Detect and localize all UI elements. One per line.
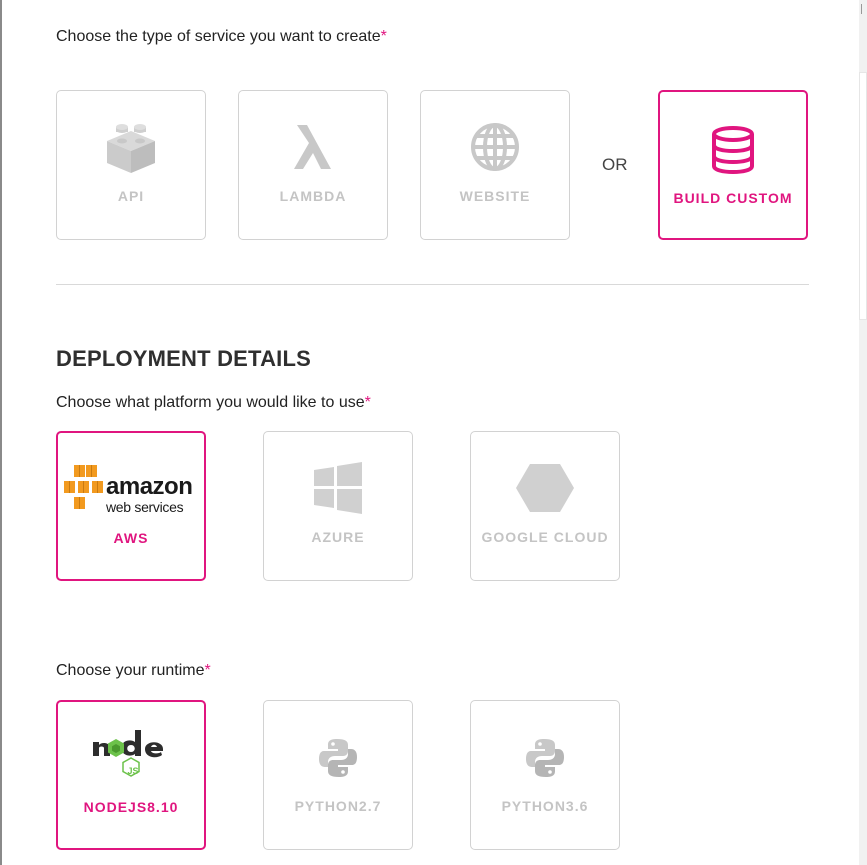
service-option-lambda-label: LAMBDA bbox=[279, 188, 347, 204]
runtime-option-nodejs-label: NODEJS8.10 bbox=[83, 799, 179, 815]
runtime-option-python36-label: PYTHON3.6 bbox=[501, 798, 589, 814]
aws-logo-subtext: web services bbox=[106, 499, 184, 515]
aws-logo-icon: amazon web services bbox=[64, 463, 202, 515]
required-asterisk: * bbox=[364, 394, 371, 411]
service-option-website-label: WEBSITE bbox=[459, 188, 531, 204]
scrollbar-track[interactable] bbox=[859, 0, 867, 865]
service-option-build-custom[interactable]: BUILD CUSTOM bbox=[658, 90, 808, 240]
python-icon bbox=[471, 737, 619, 779]
runtime-label: Choose your runtime* bbox=[56, 662, 211, 680]
scrollbar-thumb[interactable] bbox=[859, 72, 867, 320]
windows-icon bbox=[264, 462, 412, 514]
service-option-lambda[interactable]: LAMBDA bbox=[238, 90, 388, 240]
platform-option-aws-label: AWS bbox=[113, 530, 149, 546]
database-icon bbox=[660, 126, 806, 174]
platform-label-text: Choose what platform you would like to u… bbox=[56, 394, 365, 411]
nodejs-js-badge: JS bbox=[127, 766, 139, 776]
lego-block-icon bbox=[57, 121, 205, 173]
aws-logo-wordmark: amazon bbox=[106, 473, 193, 500]
runtime-option-python36[interactable]: PYTHON3.6 bbox=[470, 700, 620, 850]
globe-icon bbox=[421, 121, 569, 173]
hexagon-icon bbox=[471, 462, 619, 514]
service-option-api-label: API bbox=[117, 188, 145, 204]
service-type-label: Choose the type of service you want to c… bbox=[56, 28, 387, 46]
platform-option-google-cloud-label: GOOGLE CLOUD bbox=[481, 529, 609, 545]
section-divider bbox=[56, 284, 809, 285]
window-left-edge bbox=[0, 0, 2, 865]
platform-label: Choose what platform you would like to u… bbox=[56, 394, 371, 412]
runtime-option-python27[interactable]: PYTHON2.7 bbox=[263, 700, 413, 850]
service-option-build-custom-label: BUILD CUSTOM bbox=[673, 190, 793, 206]
platform-option-azure[interactable]: AZURE bbox=[263, 431, 413, 581]
lambda-icon bbox=[239, 121, 387, 173]
or-separator: OR bbox=[602, 155, 628, 174]
service-option-api[interactable]: API bbox=[56, 90, 206, 240]
platform-option-google-cloud[interactable]: GOOGLE CLOUD bbox=[470, 431, 620, 581]
platform-option-aws[interactable]: amazon web services AWS bbox=[56, 431, 206, 581]
platform-option-azure-label: AZURE bbox=[311, 529, 365, 545]
required-asterisk: * bbox=[204, 662, 211, 679]
scroll-corner-mark bbox=[861, 4, 866, 14]
python-icon bbox=[264, 737, 412, 779]
runtime-label-text: Choose your runtime bbox=[56, 662, 205, 679]
runtime-option-python27-label: PYTHON2.7 bbox=[294, 798, 382, 814]
runtime-option-nodejs[interactable]: JS NODEJS8.10 bbox=[56, 700, 206, 850]
service-type-label-text: Choose the type of service you want to c… bbox=[56, 28, 381, 45]
deployment-details-heading: DEPLOYMENT DETAILS bbox=[56, 346, 311, 371]
required-asterisk: * bbox=[380, 28, 387, 45]
service-option-website[interactable]: WEBSITE bbox=[420, 90, 570, 240]
